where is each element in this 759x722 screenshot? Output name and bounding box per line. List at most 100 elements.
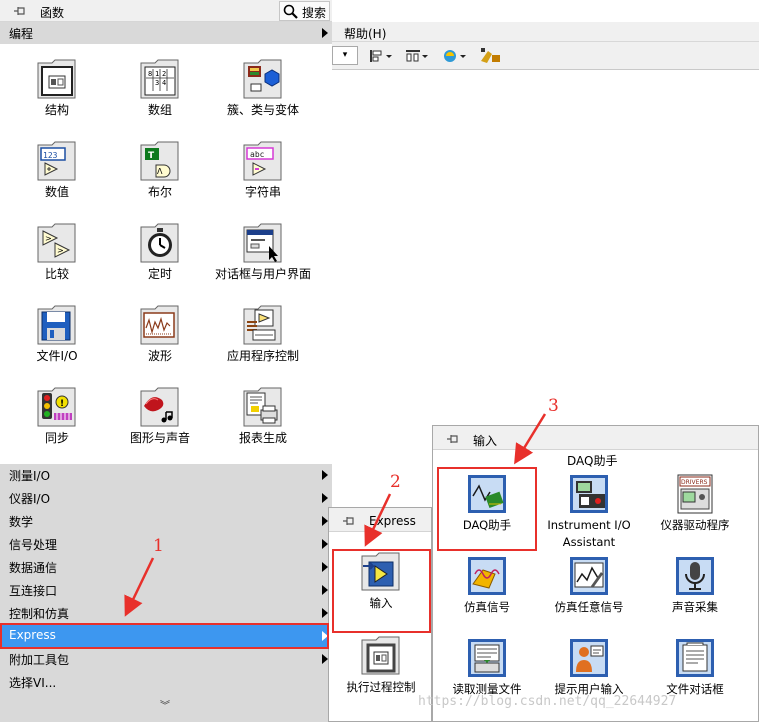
- category-label: 控制和仿真: [9, 607, 70, 621]
- annotation-box-express: [0, 623, 329, 649]
- structures-icon: [37, 59, 76, 99]
- array-icon: 8 1 23 4: [140, 59, 179, 99]
- dialog-ui-icon: [243, 223, 282, 263]
- watermark: https://blog.csdn.net/qq_22644927: [418, 694, 677, 709]
- express-item-exec-control[interactable]: 执行过程控制: [327, 636, 435, 696]
- palette-item-cluster-class-variant[interactable]: 簇、类与变体: [211, 58, 315, 118]
- item-label: 比较: [44, 267, 69, 281]
- palette-item-waveform[interactable]: 波形: [108, 304, 212, 364]
- input-item-simulate-signal[interactable]: 仿真信号: [433, 556, 541, 616]
- category-label: 测量I/O: [9, 469, 51, 483]
- waveform-icon: [140, 305, 179, 345]
- pin-icon[interactable]: [341, 514, 357, 528]
- item-label: 数组: [147, 103, 172, 117]
- svg-text:4: 4: [162, 79, 166, 87]
- category-measurement-io[interactable]: 测量I/O: [0, 464, 332, 486]
- palette-item-synchronization[interactable]: ! 同步: [5, 386, 109, 446]
- timing-icon: [140, 223, 179, 263]
- item-label: 声音采集: [672, 600, 718, 614]
- exec-control-icon: [361, 636, 400, 675]
- category-programming[interactable]: 编程: [0, 22, 332, 44]
- reorder-icon[interactable]: [442, 47, 468, 65]
- simulate-signal-icon: [468, 557, 506, 595]
- palette-item-dialog-ui[interactable]: 对话框与用户界面: [211, 222, 315, 282]
- instrument-drivers-icon: DRIVERS: [677, 474, 713, 514]
- category-label: 选择VI...: [9, 676, 57, 690]
- palette-item-file-io[interactable]: 文件I/O: [5, 304, 109, 364]
- hover-tip-label: DAQ助手: [567, 454, 618, 468]
- category-label: 信号处理: [9, 538, 58, 552]
- file-io-icon: [37, 305, 76, 345]
- category-select-vi[interactable]: 选择VI...: [0, 671, 332, 693]
- align-icon[interactable]: [368, 47, 394, 65]
- palette-item-application-control[interactable]: 应用程序控制: [211, 304, 315, 364]
- pin-icon[interactable]: [445, 432, 461, 446]
- distribute-icon[interactable]: [404, 47, 430, 65]
- item-label: 应用程序控制: [226, 349, 299, 363]
- category-instrument-io[interactable]: 仪器I/O: [0, 487, 332, 509]
- category-signal-processing[interactable]: 信号处理: [0, 533, 332, 555]
- palette-item-numeric[interactable]: 123 数值: [5, 140, 109, 200]
- boolean-icon: TΛ: [140, 141, 179, 181]
- input-item-acquire-sound[interactable]: 声音采集: [641, 556, 749, 616]
- item-label: 字符串: [244, 185, 281, 199]
- svg-text:1: 1: [155, 70, 159, 78]
- subpalette-title: Express: [369, 514, 416, 528]
- comparison-icon: >>: [37, 223, 76, 263]
- category-label: 附加工具包: [9, 653, 70, 667]
- category-connectivity[interactable]: 互连接口: [0, 579, 332, 601]
- item-label: 文件I/O: [36, 349, 78, 363]
- palette-item-report-generation[interactable]: 报表生成: [211, 386, 315, 446]
- category-data-communication[interactable]: 数据通信: [0, 556, 332, 578]
- cluster-class-variant-icon: [243, 59, 282, 99]
- item-label: 仪器驱动程序: [660, 518, 730, 532]
- submenu-arrow-icon: [322, 493, 328, 503]
- file-dialog-icon: [676, 639, 714, 677]
- item-label: 报表生成: [238, 431, 287, 445]
- palette-item-comparison[interactable]: > > 比较: [5, 222, 109, 282]
- svg-text:!: !: [60, 399, 64, 409]
- item-label: 定时: [147, 267, 172, 281]
- svg-text:Λ: Λ: [157, 167, 163, 176]
- search-button[interactable]: 搜索: [279, 1, 330, 21]
- item-label: 布尔: [147, 185, 172, 199]
- input-item-file-dialog[interactable]: 文件对话框: [641, 638, 749, 698]
- subpalette-title-bar: 输入: [433, 426, 758, 450]
- item-label: 同步: [44, 431, 69, 445]
- report-generation-icon: [243, 387, 282, 427]
- palette-item-structures[interactable]: 结构: [5, 58, 109, 118]
- item-label: 图形与声音: [129, 431, 190, 445]
- palette-item-boolean[interactable]: TΛ 布尔: [108, 140, 212, 200]
- input-item-simulate-arbitrary-signal[interactable]: 仿真任意信号: [535, 556, 643, 616]
- palette-item-graphics-sound[interactable]: 图形与声音: [108, 386, 212, 446]
- input-item-instrument-drivers[interactable]: DRIVERS 仪器驱动程序: [641, 474, 749, 534]
- svg-text:>: >: [57, 246, 64, 255]
- category-label: 互连接口: [9, 584, 58, 598]
- menu-bar: 帮助(H): [332, 22, 759, 42]
- palette-item-timing[interactable]: 定时: [108, 222, 212, 282]
- scroll-down-icon[interactable]: ︾: [160, 697, 170, 712]
- item-label: 簇、类与变体: [226, 103, 299, 117]
- category-control-simulation[interactable]: 控制和仿真: [0, 602, 332, 624]
- menu-help[interactable]: 帮助(H): [344, 25, 386, 42]
- input-item-instrument-io-assistant[interactable]: Instrument I/O Assistant: [535, 474, 643, 551]
- category-addons[interactable]: 附加工具包: [0, 648, 332, 670]
- graphics-sound-icon: [140, 387, 179, 427]
- palette-item-string[interactable]: abc 字符串: [211, 140, 315, 200]
- annotation-number-3: 3: [548, 396, 559, 416]
- svg-text:abc: abc: [250, 150, 265, 159]
- category-label: 编程: [9, 27, 34, 41]
- category-mathematics[interactable]: 数学: [0, 510, 332, 532]
- annotation-number-2: 2: [390, 472, 401, 492]
- cleanup-icon[interactable]: [478, 47, 504, 65]
- input-item-prompt-user[interactable]: 提示用户输入: [535, 638, 643, 698]
- palette-item-array[interactable]: 81234 数组: [108, 58, 212, 118]
- simulate-arbitrary-signal-icon: [570, 557, 608, 595]
- toolbar: ▾: [332, 42, 759, 70]
- input-item-read-measurement-file[interactable]: 读取测量文件: [433, 638, 541, 698]
- numeric-icon: 123: [37, 141, 76, 181]
- application-control-icon: [243, 305, 282, 345]
- svg-text:>: >: [45, 234, 52, 243]
- font-dropdown[interactable]: ▾: [332, 46, 358, 65]
- pin-icon[interactable]: [12, 4, 28, 18]
